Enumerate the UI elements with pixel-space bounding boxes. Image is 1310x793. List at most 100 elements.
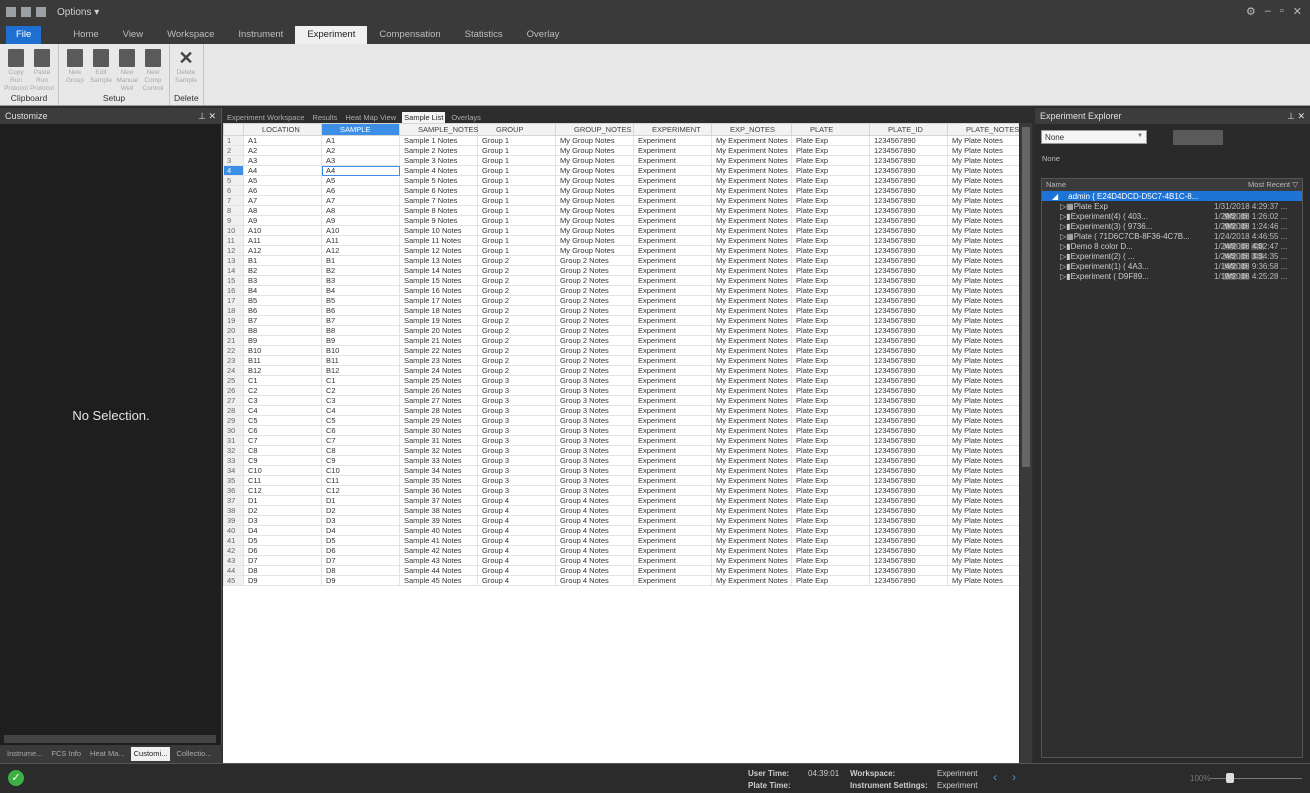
table-row[interactable]: 35 C11 C11 Sample 35 Notes Group 3 Group 3 No… — [223, 475, 1019, 486]
cell-group_notes[interactable]: Group 3 Notes — [555, 455, 634, 466]
table-row[interactable]: 14 B2 B2 Sample 14 Notes Group 2 Group 2 Note… — [223, 265, 1019, 276]
cell-plate_notes[interactable]: My Plate Notes — [947, 135, 1019, 146]
cell-location[interactable]: A1 — [243, 135, 322, 146]
cell-location[interactable]: D6 — [243, 545, 322, 556]
cell-plate_notes[interactable]: My Plate Notes — [947, 435, 1019, 446]
cell-plate[interactable]: Plate Exp — [791, 405, 870, 416]
cell-experiment[interactable]: Experiment — [633, 555, 712, 566]
cell-location[interactable]: A7 — [243, 195, 322, 206]
cell-location[interactable]: C8 — [243, 445, 322, 456]
cell-group_notes[interactable]: Group 3 Notes — [555, 475, 634, 486]
cell-plate[interactable]: Plate Exp — [791, 575, 870, 586]
cell-exp_notes[interactable]: My Experiment Notes — [711, 245, 792, 256]
table-row[interactable]: 25 C1 C1 Sample 25 Notes Group 3 Group 3 Note… — [223, 375, 1019, 386]
cell-exp_notes[interactable]: My Experiment Notes — [711, 145, 792, 156]
table-row[interactable]: 19 B7 B7 Sample 19 Notes Group 2 Group 2 Note… — [223, 315, 1019, 326]
cell-sample[interactable]: B8 — [321, 325, 400, 336]
row-number-cell[interactable]: 22 — [223, 345, 244, 356]
cell-group_notes[interactable]: Group 3 Notes — [555, 435, 634, 446]
cell-sample_notes[interactable]: Sample 25 Notes — [399, 375, 478, 386]
row-number-cell[interactable]: 13 — [223, 255, 244, 266]
cell-exp_notes[interactable]: My Experiment Notes — [711, 215, 792, 226]
cell-plate[interactable]: Plate Exp — [791, 535, 870, 546]
cell-plate[interactable]: Plate Exp — [791, 495, 870, 506]
cell-plate[interactable]: Plate Exp — [791, 165, 870, 176]
row-number-cell[interactable]: 4 — [223, 165, 244, 176]
cell-group[interactable]: Group 4 — [477, 525, 556, 536]
cell-sample[interactable]: A10 — [321, 225, 400, 236]
cell-group[interactable]: Group 4 — [477, 515, 556, 526]
cell-plate[interactable]: Plate Exp — [791, 265, 870, 276]
table-row[interactable]: 40 D4 D4 Sample 40 Notes Group 4 Group 4 Note… — [223, 525, 1019, 536]
save-icon[interactable] — [36, 7, 46, 17]
cell-plate_notes[interactable]: My Plate Notes — [947, 475, 1019, 486]
cell-sample_notes[interactable]: Sample 6 Notes — [399, 185, 478, 196]
table-row[interactable]: 6 A6 A6 Sample 6 Notes Group 1 My Group Notes… — [223, 185, 1019, 196]
cell-plate_notes[interactable]: My Plate Notes — [947, 245, 1019, 256]
cell-sample[interactable]: C12 — [321, 485, 400, 496]
cell-exp_notes[interactable]: My Experiment Notes — [711, 405, 792, 416]
cell-sample_notes[interactable]: Sample 39 Notes — [399, 515, 478, 526]
cell-group_notes[interactable]: Group 4 Notes — [555, 575, 634, 586]
cell-experiment[interactable]: Experiment — [633, 465, 712, 476]
cell-group[interactable]: Group 3 — [477, 425, 556, 436]
cell-experiment[interactable]: Experiment — [633, 535, 712, 546]
cell-plate_notes[interactable]: My Plate Notes — [947, 565, 1019, 576]
cell-experiment[interactable]: Experiment — [633, 525, 712, 536]
cell-plate_id[interactable]: 1234567890 — [869, 475, 948, 486]
cell-group[interactable]: Group 3 — [477, 445, 556, 456]
cell-plate_id[interactable]: 1234567890 — [869, 365, 948, 376]
row-number-cell[interactable]: 6 — [223, 185, 244, 196]
cell-plate_id[interactable]: 1234567890 — [869, 565, 948, 576]
cell-experiment[interactable]: Experiment — [633, 425, 712, 436]
cell-plate_id[interactable]: 1234567890 — [869, 355, 948, 366]
cell-plate_id[interactable]: 1234567890 — [869, 515, 948, 526]
cell-group_notes[interactable]: Group 3 Notes — [555, 485, 634, 496]
cell-plate_id[interactable]: 1234567890 — [869, 375, 948, 386]
table-row[interactable]: 21 B9 B9 Sample 21 Notes Group 2 Group 2 Note… — [223, 335, 1019, 346]
cell-experiment[interactable]: Experiment — [633, 185, 712, 196]
cell-experiment[interactable]: Experiment — [633, 415, 712, 426]
settings-icon[interactable]: ⚙ — [1246, 5, 1256, 18]
new-manual-well-button[interactable]: New Manual Well — [115, 46, 139, 93]
cell-experiment[interactable]: Experiment — [633, 205, 712, 216]
cell-group_notes[interactable]: Group 2 Notes — [555, 315, 634, 326]
row-number-cell[interactable]: 44 — [223, 565, 244, 576]
cell-plate_notes[interactable]: My Plate Notes — [947, 355, 1019, 366]
cell-plate_id[interactable]: 1234567890 — [869, 485, 948, 496]
row-number-cell[interactable]: 16 — [223, 285, 244, 296]
row-number-cell[interactable]: 40 — [223, 525, 244, 536]
cell-plate_notes[interactable]: My Plate Notes — [947, 365, 1019, 376]
column-header-plate_id[interactable]: PLATE_ID — [869, 123, 948, 136]
row-number-cell[interactable]: 29 — [223, 415, 244, 426]
cell-location[interactable]: B11 — [243, 355, 322, 366]
cell-exp_notes[interactable]: My Experiment Notes — [711, 455, 792, 466]
cell-group[interactable]: Group 2 — [477, 315, 556, 326]
cell-exp_notes[interactable]: My Experiment Notes — [711, 445, 792, 456]
cell-group_notes[interactable]: Group 3 Notes — [555, 385, 634, 396]
cell-group[interactable]: Group 4 — [477, 575, 556, 586]
cell-sample[interactable]: D2 — [321, 505, 400, 516]
doc-tab-overlays[interactable]: Overlays — [449, 112, 483, 123]
cell-exp_notes[interactable]: My Experiment Notes — [711, 435, 792, 446]
minimize-icon[interactable]: – — [1265, 5, 1271, 18]
cell-group_notes[interactable]: Group 2 Notes — [555, 295, 634, 306]
cell-plate_notes[interactable]: My Plate Notes — [947, 325, 1019, 336]
cell-plate[interactable]: Plate Exp — [791, 295, 870, 306]
cell-plate_id[interactable]: 1234567890 — [869, 295, 948, 306]
cell-sample_notes[interactable]: Sample 28 Notes — [399, 405, 478, 416]
cell-plate_notes[interactable]: My Plate Notes — [947, 515, 1019, 526]
row-number-cell[interactable]: 28 — [223, 405, 244, 416]
scroll-thumb[interactable] — [1022, 127, 1030, 467]
doc-tab-heat-map-view[interactable]: Heat Map View — [343, 112, 398, 123]
cell-plate[interactable]: Plate Exp — [791, 245, 870, 256]
cell-exp_notes[interactable]: My Experiment Notes — [711, 295, 792, 306]
cell-plate_id[interactable]: 1234567890 — [869, 315, 948, 326]
cell-group[interactable]: Group 3 — [477, 475, 556, 486]
table-row[interactable]: 42 D6 D6 Sample 42 Notes Group 4 Group 4 Note… — [223, 545, 1019, 556]
cell-experiment[interactable]: Experiment — [633, 305, 712, 316]
cell-plate[interactable]: Plate Exp — [791, 325, 870, 336]
cell-experiment[interactable]: Experiment — [633, 195, 712, 206]
cell-plate[interactable]: Plate Exp — [791, 485, 870, 496]
table-row[interactable]: 23 B11 B11 Sample 23 Notes Group 2 Group 2 No… — [223, 355, 1019, 366]
